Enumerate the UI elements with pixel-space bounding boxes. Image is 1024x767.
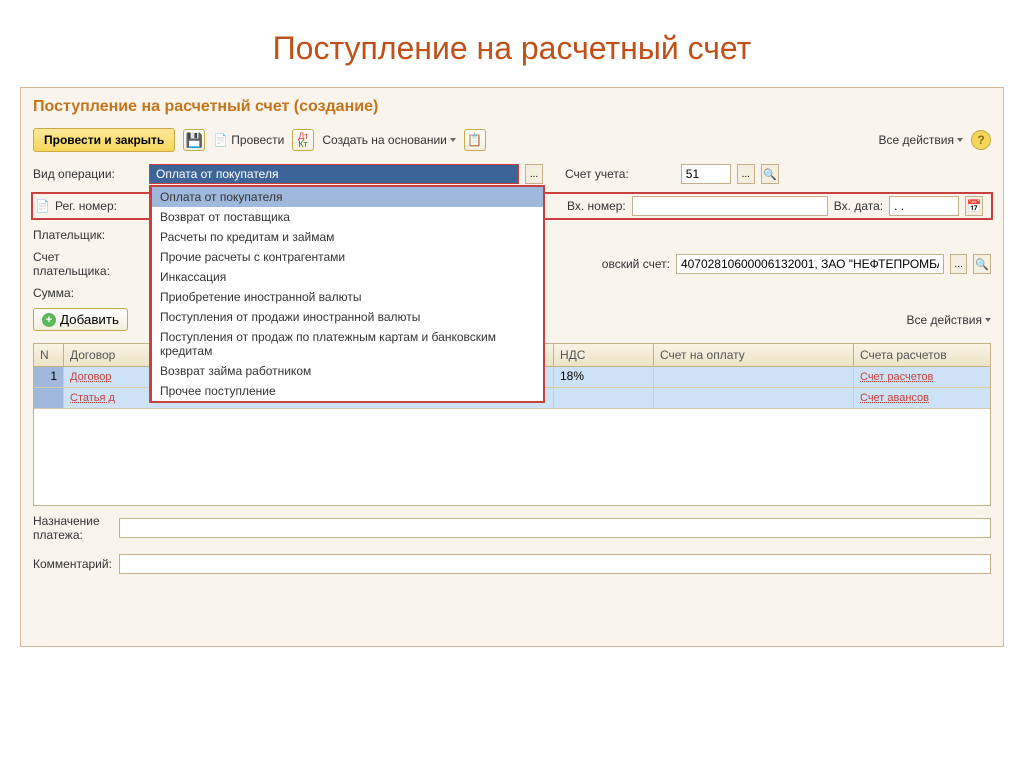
reg-number-label: Рег. номер: [55, 199, 147, 213]
dropdown-item-0[interactable]: Оплата от покупателя [152, 187, 543, 207]
bank-account-search-button[interactable]: 🔍 [973, 254, 991, 274]
toolbar: Провести и закрыть 💾 📄 Провести ДтКт Соз… [21, 124, 1003, 160]
bank-account-field[interactable] [676, 254, 944, 274]
slide-title: Поступление на расчетный счет [0, 0, 1024, 87]
cell-accounts-2[interactable]: Счет авансов [854, 388, 990, 408]
dropdown-item-5[interactable]: Приобретение иностранной валюты [152, 287, 543, 307]
report-button[interactable]: 📋 [464, 129, 486, 151]
operation-type-field[interactable]: Оплата от покупателя Оплата от покупател… [149, 164, 519, 184]
in-date-field[interactable] [889, 196, 959, 216]
operation-type-label: Вид операции: [33, 167, 143, 181]
in-number-label: Вх. номер: [567, 199, 626, 213]
add-button[interactable]: + Добавить [33, 308, 128, 331]
dropdown-item-7[interactable]: Поступления от продаж по платежным карта… [152, 327, 543, 361]
comment-field[interactable] [119, 554, 991, 574]
dt-kt-button[interactable]: ДтКт [292, 129, 314, 151]
operation-type-dropdown: Оплата от покупателя Возврат от поставщи… [149, 185, 545, 403]
post-and-close-button[interactable]: Провести и закрыть [33, 128, 175, 152]
col-n[interactable]: N [34, 344, 64, 366]
dropdown-item-8[interactable]: Возврат займа работником [152, 361, 543, 381]
help-button[interactable]: ? [971, 130, 991, 150]
post-icon: 📄 [213, 133, 228, 147]
cell-nds[interactable]: 18% [554, 367, 654, 387]
dropdown-item-6[interactable]: Поступления от продажи иностранной валют… [152, 307, 543, 327]
date-picker-button[interactable]: 📅 [965, 196, 983, 216]
form-area: Вид операции: Оплата от покупателя Оплат… [21, 160, 1003, 343]
cell-accounts[interactable]: Счет расчетов [854, 367, 990, 387]
chevron-down-icon [450, 138, 456, 142]
payer-account-label: Счет плательщика: [33, 250, 140, 278]
col-invoice[interactable]: Счет на оплату [654, 344, 854, 366]
cell-n-2 [34, 388, 64, 408]
cell-invoice[interactable] [654, 367, 854, 387]
col-nds[interactable]: НДС [554, 344, 654, 366]
amount-label: Сумма: [33, 286, 143, 300]
search-icon: 🔍 [975, 258, 989, 271]
dt-kt-icon: ДтКт [298, 132, 308, 148]
col-accounts[interactable]: Счета расчетов [854, 344, 990, 366]
account-field[interactable] [681, 164, 731, 184]
comment-label: Комментарий: [33, 557, 113, 571]
create-based-button[interactable]: Создать на основании [322, 133, 456, 147]
account-label: Счет учета: [565, 167, 629, 181]
bottom-form: Назначение платежа: Комментарий: [21, 506, 1003, 590]
chevron-down-icon [985, 318, 991, 322]
all-actions-button-2[interactable]: Все действия [907, 313, 991, 327]
document-status-icon: 📄 [35, 199, 50, 213]
chevron-down-icon [957, 138, 963, 142]
panel-title: Поступление на расчетный счет (создание) [21, 88, 1003, 124]
search-icon: 🔍 [763, 168, 777, 181]
account-search-button[interactable]: 🔍 [761, 164, 779, 184]
cell-n: 1 [34, 367, 64, 387]
in-number-field[interactable] [632, 196, 828, 216]
document-icon: 📋 [467, 133, 482, 147]
calendar-icon: 📅 [967, 199, 982, 213]
dropdown-item-3[interactable]: Прочие расчеты с контрагентами [152, 247, 543, 267]
operation-type-select-button[interactable]: ... [525, 164, 543, 184]
save-button[interactable]: 💾 [183, 129, 205, 151]
bank-account-select-button[interactable]: ... [950, 254, 968, 274]
dropdown-item-4[interactable]: Инкассация [152, 267, 543, 287]
cell-nds-2[interactable] [554, 388, 654, 408]
dropdown-item-9[interactable]: Прочее поступление [152, 381, 543, 401]
plus-icon: + [42, 313, 56, 327]
account-select-button[interactable]: ... [737, 164, 755, 184]
in-date-label: Вх. дата: [834, 199, 883, 213]
disk-icon: 💾 [186, 132, 203, 149]
all-actions-button[interactable]: Все действия [879, 133, 963, 147]
payment-purpose-label: Назначение платежа: [33, 514, 113, 542]
payment-purpose-field[interactable] [119, 518, 991, 538]
dropdown-item-1[interactable]: Возврат от поставщика [152, 207, 543, 227]
payer-label: Плательщик: [33, 228, 143, 242]
app-panel: Поступление на расчетный счет (создание)… [20, 87, 1004, 647]
bank-account-label: овский счет: [602, 257, 670, 271]
cell-invoice-2[interactable] [654, 388, 854, 408]
post-button[interactable]: 📄 Провести [213, 133, 284, 147]
dropdown-item-2[interactable]: Расчеты по кредитам и займам [152, 227, 543, 247]
